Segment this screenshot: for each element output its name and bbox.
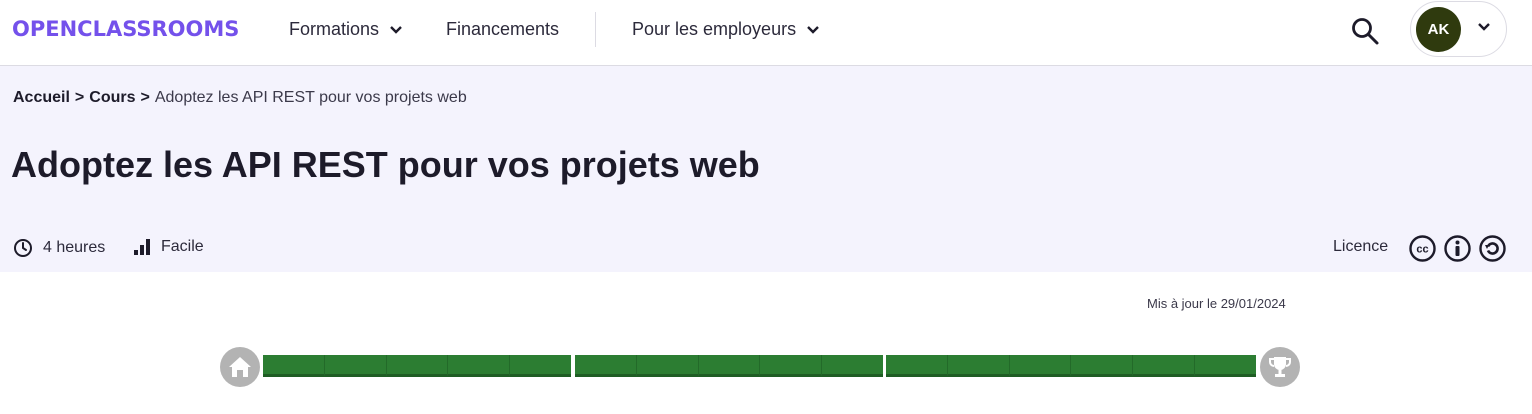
top-navbar: OPENCLASSROOMS Formations Financements P… — [0, 0, 1532, 66]
chevron-down-icon — [1478, 23, 1490, 31]
progress-step[interactable] — [1009, 355, 1072, 377]
progress-step[interactable] — [947, 355, 1010, 377]
progress-step[interactable] — [760, 355, 823, 377]
licence-link[interactable]: Licence — [1333, 238, 1388, 256]
nav-formations[interactable]: Formations — [289, 19, 403, 40]
course-progress — [220, 347, 1300, 387]
nav-financements[interactable]: Financements — [446, 19, 559, 40]
breadcrumb-cours[interactable]: Cours — [89, 89, 135, 107]
avatar: AK — [1416, 7, 1461, 52]
progress-part-1[interactable] — [263, 355, 571, 377]
progress-step[interactable] — [822, 355, 883, 377]
nav-employeurs-label: Pour les employeurs — [632, 19, 797, 39]
progress-step[interactable] — [575, 355, 637, 377]
progress-step[interactable] — [1195, 355, 1256, 377]
openclassrooms-logo[interactable]: OPENCLASSROOMS — [12, 17, 239, 41]
chevron-down-icon — [390, 25, 402, 34]
home-icon — [229, 357, 251, 377]
nav-employeurs[interactable]: Pour les employeurs — [632, 19, 820, 40]
licence-icons: cc — [1408, 234, 1507, 263]
breadcrumb-current: Adoptez les API REST pour vos projets we… — [154, 89, 467, 106]
svg-text:cc: cc — [1416, 244, 1428, 256]
search-icon[interactable] — [1350, 16, 1380, 46]
progress-step[interactable] — [448, 355, 511, 377]
breadcrumb-separator: > — [74, 89, 85, 106]
breadcrumb-separator: > — [140, 89, 150, 106]
clock-icon — [14, 239, 32, 257]
progress-step[interactable] — [886, 355, 948, 377]
progress-end[interactable] — [1260, 347, 1300, 387]
nav-formations-label: Formations — [289, 19, 380, 39]
progress-step[interactable] — [1071, 355, 1134, 377]
progress-step[interactable] — [636, 355, 699, 377]
page-title: Adoptez les API REST pour vos projets we… — [11, 144, 760, 185]
progress-part-2[interactable] — [575, 355, 883, 377]
course-difficulty: Facile — [133, 238, 204, 256]
progress-step[interactable] — [1133, 355, 1196, 377]
breadcrumb: Accueil > Cours > Adoptez les API REST p… — [13, 89, 467, 107]
chevron-down-icon — [807, 25, 819, 34]
course-header: Accueil > Cours > Adoptez les API REST p… — [0, 66, 1532, 272]
user-menu-button[interactable]: AK — [1410, 1, 1507, 57]
cc-icon[interactable]: cc — [1408, 234, 1437, 263]
difficulty-bars-icon — [134, 239, 150, 255]
course-duration: 4 heures — [13, 238, 105, 258]
progress-step[interactable] — [386, 355, 449, 377]
progress-start[interactable] — [220, 347, 260, 387]
progress-step[interactable] — [263, 355, 325, 377]
progress-part-3[interactable] — [886, 355, 1256, 377]
trophy-icon — [1269, 357, 1291, 377]
attribution-icon[interactable] — [1443, 234, 1472, 263]
nav-divider — [595, 12, 596, 47]
share-alike-icon[interactable] — [1478, 234, 1507, 263]
nav-financements-label: Financements — [446, 19, 560, 39]
progress-step[interactable] — [698, 355, 761, 377]
updated-date: Mis à jour le 29/01/2024 — [1147, 296, 1286, 311]
progress-step[interactable] — [510, 355, 571, 377]
progress-step[interactable] — [324, 355, 387, 377]
duration-text: 4 heures — [43, 239, 106, 256]
breadcrumb-accueil[interactable]: Accueil — [13, 89, 70, 107]
difficulty-text: Facile — [161, 238, 204, 255]
